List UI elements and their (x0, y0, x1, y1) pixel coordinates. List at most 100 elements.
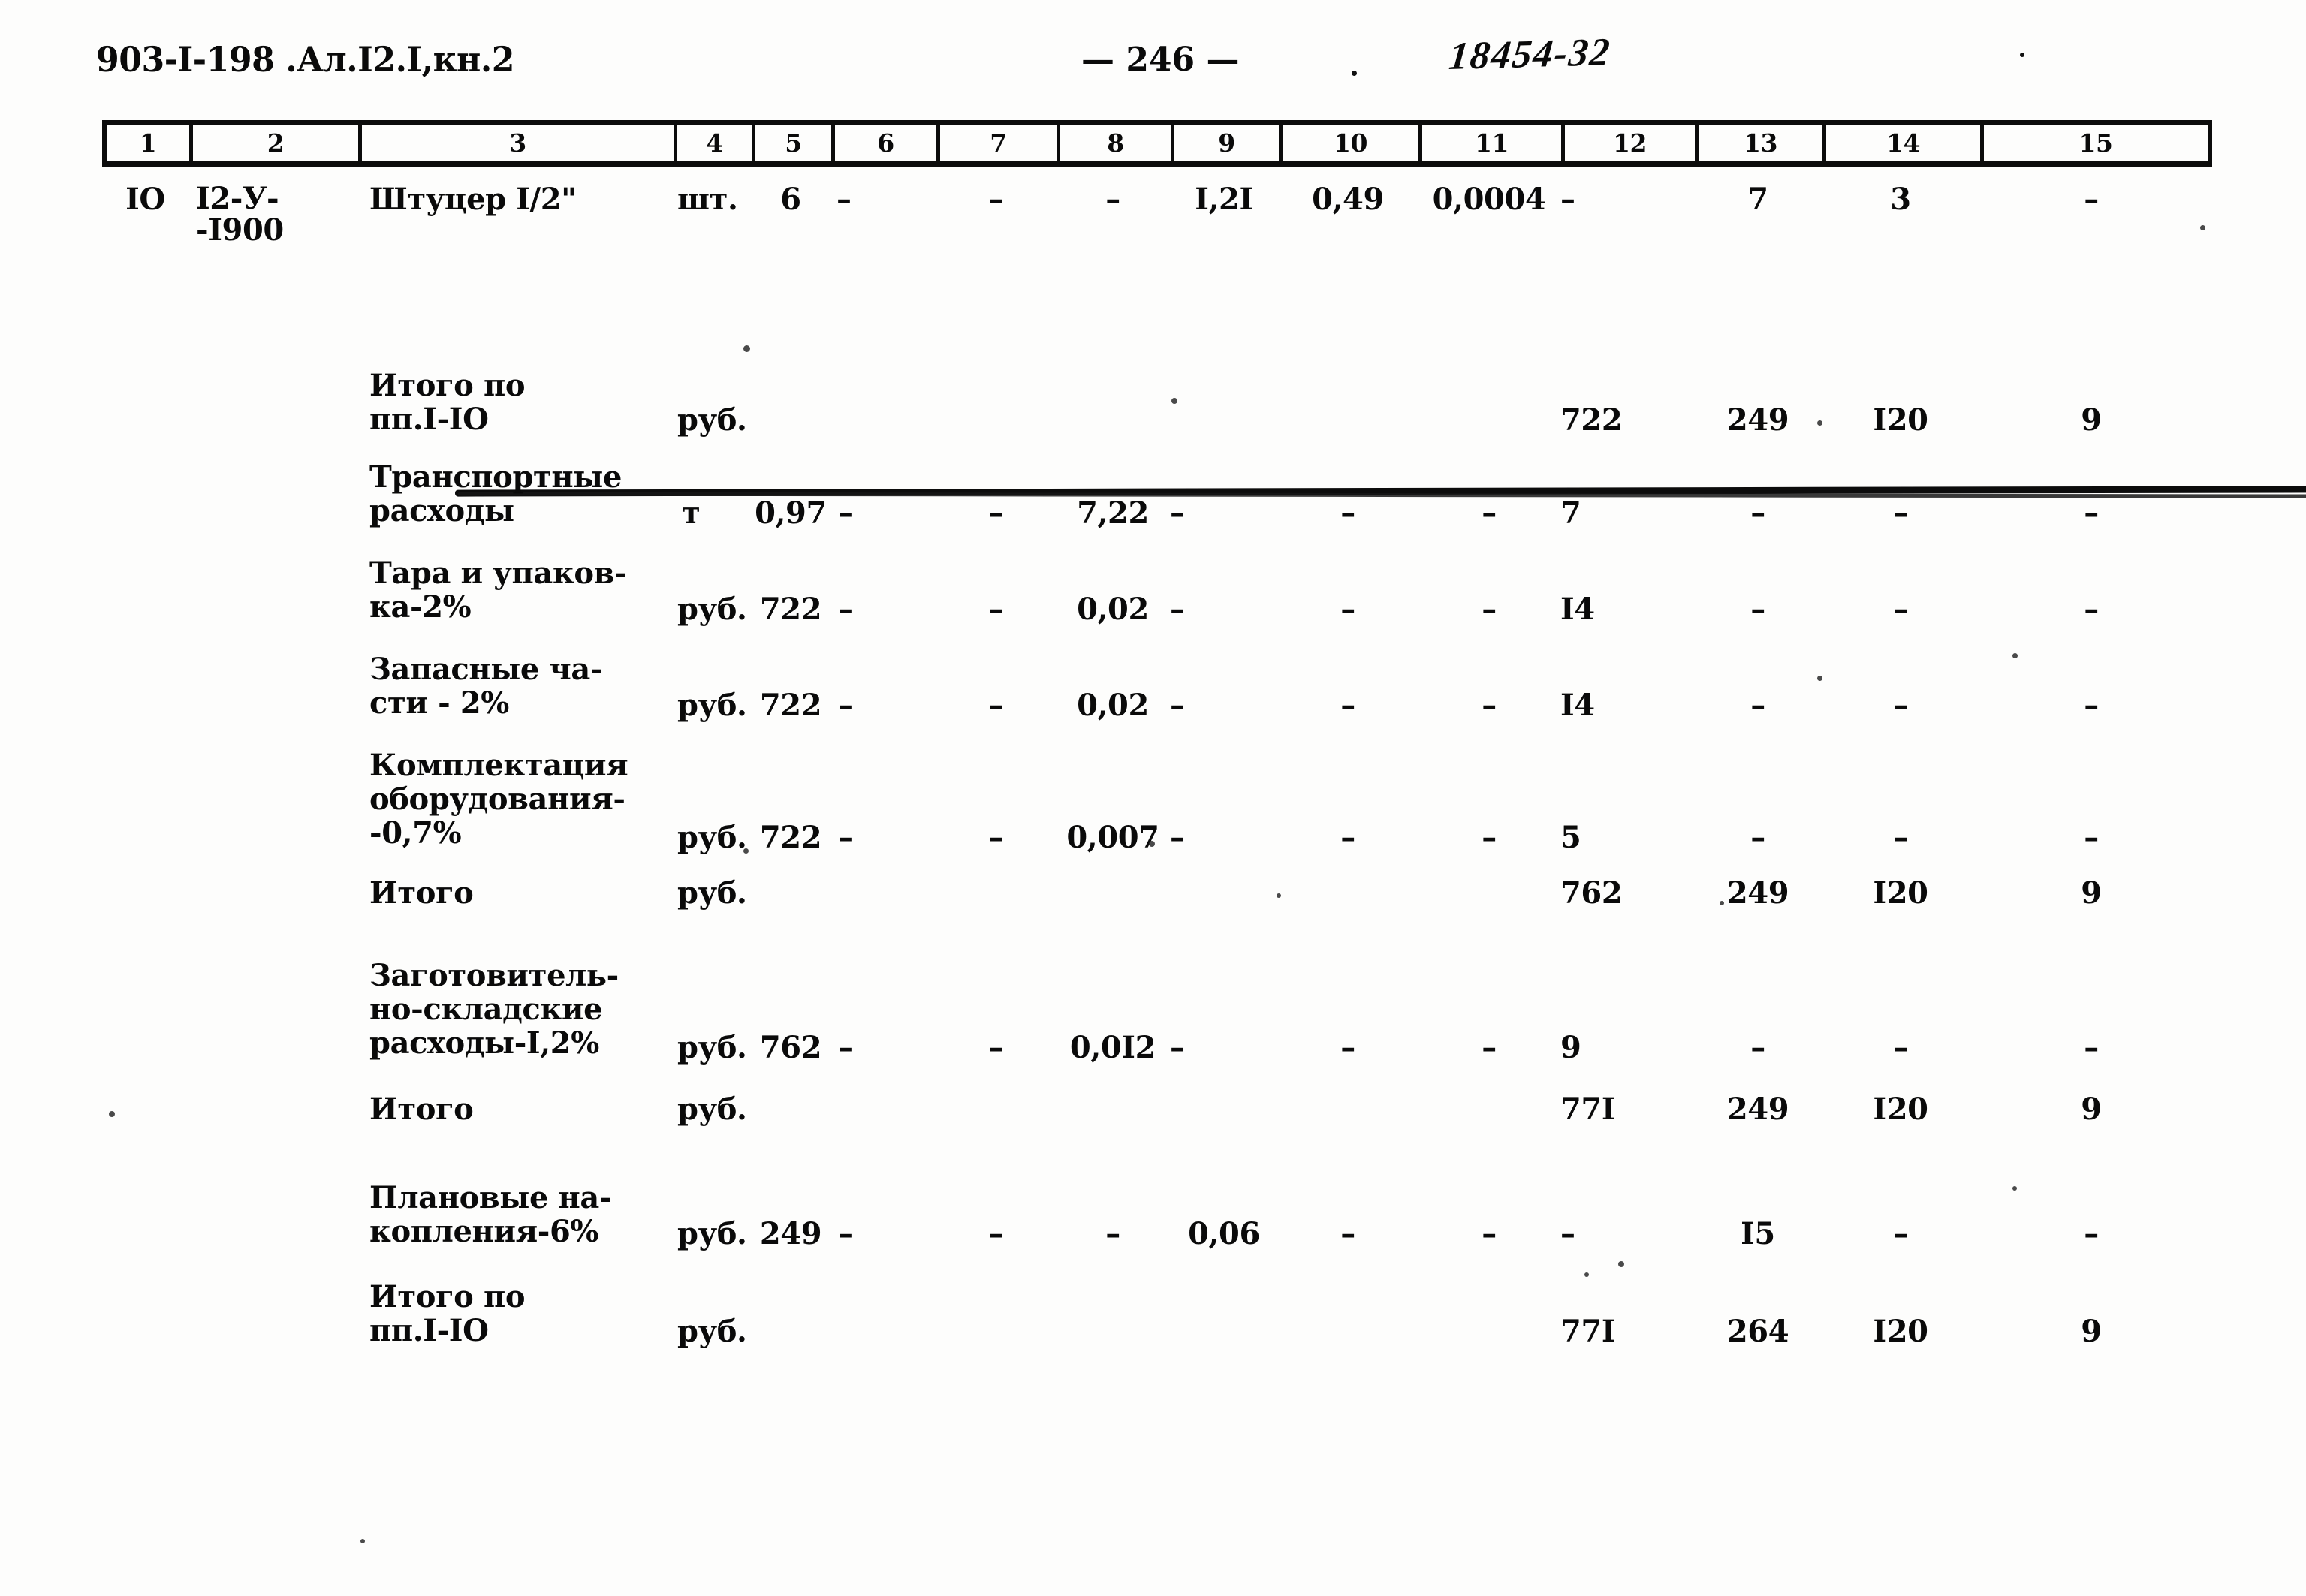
cell-col-9: I,2I (1195, 182, 1253, 217)
cell-col-13: – (1750, 495, 1765, 531)
scan-speck (2012, 653, 2018, 658)
cell-col-4: руб. (677, 688, 747, 723)
cell-col-15: 9 (2081, 1314, 2102, 1349)
scanned-page: 903-I-198 .Ал.I2.I,кн.2 — 246 — 18454-32… (0, 0, 2306, 1596)
column-header-13: 13 (1699, 125, 1826, 161)
scan-speck (1817, 420, 1822, 426)
cell-col-8: – (1105, 1216, 1120, 1251)
cell-col-9: – (1170, 820, 1185, 855)
table-row: Итого по пп.I-IO руб. 722 249 I20 9 (102, 369, 2212, 461)
cell-col-2: I2-У- -I900 (196, 181, 284, 248)
column-header-6: 6 (835, 125, 940, 161)
cell-col-6: – (838, 1216, 853, 1251)
cell-col-4: т (682, 495, 701, 531)
cell-col-6: – (838, 820, 853, 855)
cell-col-15: 9 (2081, 1092, 2102, 1127)
cell-col-12: 5 (1560, 820, 1581, 855)
cell-col-12: 762 (1560, 875, 1623, 911)
scan-speck (1149, 841, 1155, 847)
cell-col-11: – (1482, 1216, 1497, 1251)
cost-estimate-table: IO I2-У- -I900 Штуцер I/2" шт. 6 – – – I… (102, 177, 2306, 1378)
cell-col-8: 0,02 (1077, 592, 1149, 627)
page-number-marker: — 246 — (1081, 41, 1240, 79)
cell-col-3: Тара и упаков- ка-2% (369, 556, 627, 625)
cell-col-7: – (988, 495, 1003, 531)
cell-col-12: 9 (1560, 1030, 1581, 1065)
cell-col-10: – (1340, 688, 1355, 723)
cell-col-4: руб. (677, 1216, 747, 1251)
cell-col-9: 0,06 (1188, 1216, 1260, 1251)
column-header-1: 1 (107, 125, 193, 161)
cell-col-15: – (2084, 688, 2099, 723)
cell-col-4: руб. (677, 402, 747, 438)
cell-col-12: – (1560, 182, 1575, 217)
cell-col-11: – (1482, 688, 1497, 723)
cell-col-8: 7,22 (1077, 495, 1149, 531)
table-row: Тара и упаков- ка-2% руб. 722 – – 0,02 –… (102, 556, 2212, 653)
cell-col-13: 249 (1726, 1092, 1789, 1127)
cell-col-10: – (1340, 495, 1355, 531)
table-row: Итого руб. 762 249 I20 9 (102, 875, 2212, 959)
cell-col-7: – (988, 1216, 1003, 1251)
cell-col-9: – (1170, 1030, 1185, 1065)
cell-col-8: 0,02 (1077, 688, 1149, 723)
cell-col-13: – (1750, 688, 1765, 723)
cell-col-13: 7 (1747, 182, 1768, 217)
cell-col-3: Штуцер I/2" (369, 182, 577, 217)
cell-col-14: 3 (1890, 182, 1911, 217)
cell-col-6: – (838, 1030, 853, 1065)
cell-col-13: I5 (1741, 1216, 1775, 1251)
cell-col-6: – (836, 182, 852, 217)
column-header-9: 9 (1174, 125, 1283, 161)
column-header-8: 8 (1060, 125, 1174, 161)
cell-col-13: – (1750, 1030, 1765, 1065)
table-row: Транспортные расходы т 0,97 – – 7,22 – –… (102, 460, 2212, 557)
cell-col-12: 7 (1560, 495, 1581, 531)
cell-col-12: I4 (1560, 592, 1595, 627)
cell-col-11: – (1482, 592, 1497, 627)
cell-col-1: IO (125, 182, 165, 217)
scan-speck (1817, 676, 1822, 681)
cell-col-14: I20 (1873, 1314, 1928, 1349)
cell-col-3: Плановые на- копления-6% (369, 1180, 612, 1249)
cell-col-4: руб. (677, 820, 747, 855)
cell-col-12: 722 (1560, 402, 1623, 438)
scan-speck (1352, 71, 1357, 76)
cell-col-8: – (1105, 182, 1120, 217)
cell-col-15: – (2084, 1030, 2099, 1065)
cell-col-14: – (1893, 592, 1908, 627)
cell-col-4: руб. (677, 1030, 747, 1065)
cell-col-7: – (988, 1030, 1003, 1065)
cell-col-13: – (1750, 592, 1765, 627)
scan-speck (743, 848, 749, 854)
cell-col-4: руб. (677, 1092, 747, 1127)
handwritten-archive-number: 18454-32 (1447, 30, 1613, 79)
cell-col-9: – (1170, 592, 1185, 627)
cell-col-13: 249 (1726, 402, 1789, 438)
cell-col-3: Заготовитель- но-складские расходы-I,2% (369, 958, 619, 1061)
column-number-row: 1 2 3 4 5 6 7 8 9 10 11 12 13 14 15 (102, 120, 2212, 167)
cell-col-3: Итого по пп.I-IO (369, 368, 526, 437)
cell-col-8: 0,007 (1066, 820, 1159, 855)
cell-col-4: руб. (677, 1314, 747, 1349)
cell-col-10: 0,49 (1312, 182, 1384, 217)
scan-speck (360, 1539, 365, 1543)
page-header: 903-I-198 .Ал.I2.I,кн.2 — 246 — 18454-32 (0, 31, 2306, 92)
cell-col-7: – (988, 592, 1003, 627)
cell-col-14: – (1893, 1030, 1908, 1065)
cell-col-6: – (838, 592, 853, 627)
cell-col-15: 9 (2081, 875, 2102, 911)
cell-col-6: – (838, 688, 853, 723)
column-header-3: 3 (362, 125, 677, 161)
column-header-4: 4 (677, 125, 755, 161)
cell-col-3: Итого по пп.I-IO (369, 1279, 526, 1348)
scan-speck (743, 345, 750, 352)
cell-col-14: – (1893, 1216, 1908, 1251)
cell-col-10: – (1340, 592, 1355, 627)
cell-col-4: руб. (677, 875, 747, 911)
cell-col-13: 249 (1726, 875, 1789, 911)
cell-col-7: – (988, 688, 1003, 723)
column-header-5: 5 (755, 125, 835, 161)
column-header-11: 11 (1422, 125, 1565, 161)
scan-speck (2012, 1186, 2017, 1191)
